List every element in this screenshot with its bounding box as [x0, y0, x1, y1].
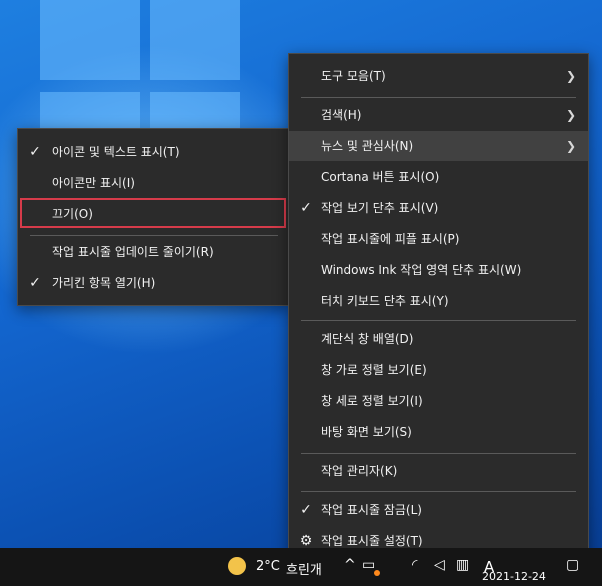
volume-icon[interactable]: ◁	[434, 557, 445, 573]
notification-center-icon[interactable]: ▢	[566, 557, 579, 573]
menu-separator	[30, 235, 278, 236]
menu-item-windows-ink[interactable]: Windows Ink 작업 영역 단추 표시(W)	[289, 255, 588, 285]
menu-item-show-desktop[interactable]: 바탕 화면 보기(S)	[289, 417, 588, 447]
menu-separator	[301, 320, 576, 321]
news-interests-submenu: ✓ 아이콘 및 텍스트 표시(T) 아이콘만 표시(I) 끄기(O) 작업 표시…	[17, 128, 291, 306]
windows-logo-pane	[150, 0, 240, 80]
menu-item-cascade[interactable]: 계단식 창 배열(D)	[289, 324, 588, 354]
submenu-item-show-icon-only[interactable]: 아이콘만 표시(I)	[18, 168, 290, 198]
submenu-item-reduce-updates[interactable]: 작업 표시줄 업데이트 줄이기(R)	[18, 237, 290, 267]
menu-item-cortana[interactable]: Cortana 버튼 표시(O)	[289, 162, 588, 192]
submenu-item-turn-off[interactable]: 끄기(O)	[18, 199, 290, 229]
weather-temperature[interactable]: 2°C	[256, 559, 280, 574]
weather-cloud-icon[interactable]	[228, 557, 246, 575]
wifi-icon[interactable]: ◜	[412, 557, 417, 573]
menu-separator	[301, 97, 576, 98]
date-display[interactable]: 2021-12-24	[482, 570, 546, 583]
chevron-right-icon: ❯	[565, 139, 576, 153]
checkmark-icon: ✓	[300, 502, 312, 518]
menu-separator	[301, 491, 576, 492]
windows-logo-pane	[40, 92, 140, 132]
windows-logo-pane	[40, 0, 140, 80]
menu-separator	[301, 453, 576, 454]
weather-description[interactable]: 흐린개	[286, 559, 322, 578]
checkmark-icon: ✓	[29, 144, 41, 160]
checkmark-icon: ✓	[300, 200, 312, 216]
menu-item-task-manager[interactable]: 작업 관리자(K)	[289, 456, 588, 486]
menu-item-news-interests[interactable]: 뉴스 및 관심사(N) ❯	[289, 131, 588, 161]
menu-item-people[interactable]: 작업 표시줄에 피플 표시(P)	[289, 224, 588, 254]
keyboard-icon[interactable]: ▥	[456, 557, 469, 573]
menu-item-lock-taskbar[interactable]: ✓ 작업 표시줄 잠금(L)	[289, 495, 588, 525]
submenu-item-open-on-hover[interactable]: ✓ 가리킨 항목 열기(H)	[18, 268, 290, 298]
chevron-right-icon: ❯	[565, 69, 576, 83]
chevron-right-icon: ❯	[565, 108, 576, 122]
menu-item-stacked[interactable]: 창 가로 정렬 보기(E)	[289, 355, 588, 385]
notification-dot-icon	[374, 570, 380, 576]
checkmark-icon: ✓	[29, 275, 41, 291]
menu-item-toolbars[interactable]: 도구 모음(T) ❯	[289, 61, 588, 91]
menu-item-side-by-side[interactable]: 창 세로 정렬 보기(I)	[289, 386, 588, 416]
menu-item-task-view[interactable]: ✓ 작업 보기 단추 표시(V)	[289, 193, 588, 223]
windows-logo-pane	[150, 92, 240, 128]
menu-item-search[interactable]: 검색(H) ❯	[289, 100, 588, 130]
menu-item-touch-keyboard[interactable]: 터치 키보드 단추 표시(Y)	[289, 286, 588, 316]
taskbar: 2°C 흐린개 ^ ▭ ◜ ◁ ▥ A 2021-12-24 ▢	[0, 548, 602, 586]
taskbar-context-menu: 도구 모음(T) ❯ 검색(H) ❯ 뉴스 및 관심사(N) ❯ Cortana…	[288, 53, 589, 563]
submenu-item-show-icon-text[interactable]: ✓ 아이콘 및 텍스트 표시(T)	[18, 137, 290, 167]
network-icon[interactable]: ▭	[362, 557, 375, 573]
chevron-up-icon[interactable]: ^	[344, 557, 356, 573]
